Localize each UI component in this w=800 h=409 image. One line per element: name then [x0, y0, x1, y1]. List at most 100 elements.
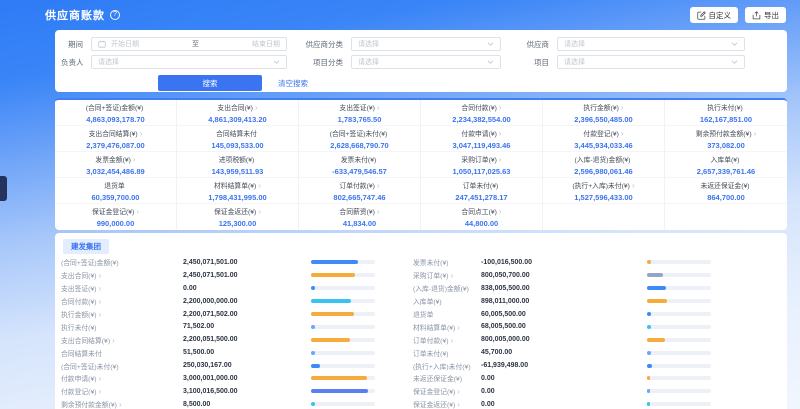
stat-card: 合同结算未付 145,093,533.00 — [177, 126, 299, 152]
chevron-down-icon — [731, 42, 738, 47]
metric-label[interactable]: 订单付款(¥)› — [413, 335, 481, 345]
stat-card-label: (合同+签证)未付(¥) — [299, 129, 420, 140]
metric-row: 剩余预付款金额(¥)› 8,500.00 保证金返还(¥)› 0.00 — [61, 398, 787, 409]
metric-label: 合同结算未付 — [61, 348, 183, 358]
project-category-select[interactable]: 请选择 — [351, 55, 501, 69]
stat-card[interactable]: 支出签证(¥)› 1,783,765.50 — [299, 100, 421, 126]
stat-card[interactable]: 采购订单(¥)› 1,050,117,025.63 — [421, 152, 543, 178]
chevron-right-icon: › — [99, 284, 102, 293]
stat-card: 执行未付(¥) 162,167,851.00 — [665, 100, 787, 126]
search-button[interactable]: 搜索 — [158, 75, 262, 91]
metric-label[interactable]: 保证金返还(¥)› — [413, 399, 481, 409]
stat-card-value: 145,093,533.00 — [177, 140, 298, 151]
metric-label[interactable]: 保证金登记(¥)› — [413, 386, 481, 396]
stat-card-label: 订单未付(¥) — [421, 181, 542, 192]
stat-card-value: 864,700.00 — [665, 192, 787, 203]
stat-card[interactable]: 付款申请(¥)› 3,047,119,493.46 — [421, 126, 543, 152]
chevron-right-icon: › — [119, 400, 122, 409]
metric-label: (合同+签证)未付(¥) — [61, 361, 183, 371]
sidebar-expand-handle[interactable] — [0, 176, 7, 201]
metric-bar — [647, 364, 711, 368]
stat-card[interactable]: 合同付款(¥)› 2,234,382,554.00 — [421, 100, 543, 126]
export-icon — [752, 11, 761, 20]
metric-bar — [647, 299, 711, 303]
metric-bar — [311, 351, 375, 355]
metric-label[interactable]: 支出签证(¥)› — [61, 283, 183, 293]
metric-label[interactable]: 材料结算单(¥)› — [413, 322, 481, 332]
export-button[interactable]: 导出 — [745, 7, 786, 23]
metric-bar — [647, 338, 711, 342]
stat-card[interactable]: 剩余预付款金额(¥)› 373,082.00 — [665, 126, 787, 152]
stat-card[interactable]: (执行+入库)未付(¥)› 1,527,596,433.00 — [543, 178, 665, 204]
supplier-category-select[interactable]: 请选择 — [351, 37, 501, 51]
metric-label: (合同+签证)金额(¥) — [61, 257, 183, 267]
stat-card-value: 2,596,980,061.46 — [543, 166, 664, 177]
metric-bar — [647, 376, 711, 380]
metric-label[interactable]: 付款申请(¥)› — [61, 373, 183, 383]
metric-label[interactable]: 剩余预付款金额(¥)› — [61, 399, 183, 409]
stat-card-value: 373,082.00 — [665, 140, 787, 151]
chevron-right-icon: › — [140, 129, 143, 138]
stat-card-value: 2,628,668,790.70 — [299, 140, 420, 151]
stat-card[interactable]: 支出合同(¥)› 4,861,309,413.20 — [177, 100, 299, 126]
metric-bar — [647, 260, 711, 264]
chevron-right-icon: › — [258, 181, 261, 190]
project-select[interactable]: 请选择 — [557, 55, 745, 69]
stat-card[interactable]: 发票金额(¥)› 3,032,454,486.89 — [55, 152, 177, 178]
stat-card[interactable]: 订单付款(¥)› 802,665,747.46 — [299, 178, 421, 204]
stat-card-label: 进项税额(¥) — [177, 155, 298, 166]
metric-label[interactable]: 执行金额(¥)› — [61, 309, 183, 319]
start-date-placeholder[interactable]: 开始日期 — [111, 39, 139, 49]
metric-bar — [647, 351, 711, 355]
metric-label[interactable]: 采购订单(¥)› — [413, 270, 481, 280]
stat-card[interactable]: 支出合同结算(¥)› 2,379,476,087.00 — [55, 126, 177, 152]
metric-row: 合同付款(¥)› 2,200,000,000.00 入库单(¥) 898,011… — [61, 295, 787, 308]
supplier-label: 供应商 — [509, 39, 549, 50]
manager-select[interactable]: 请选择 — [91, 55, 287, 69]
date-range-input[interactable]: 开始日期 至 结束日期 — [91, 37, 287, 51]
metric-value: 2,450,071,501.00 — [183, 272, 311, 279]
metric-value: 2,200,071,502.00 — [183, 311, 311, 318]
metric-label[interactable]: 合同付款(¥)› — [61, 296, 183, 306]
stat-card[interactable]: 执行金额(¥)› 2,396,550,485.00 — [543, 100, 665, 126]
stat-card-value: 3,445,934,033.46 — [543, 140, 664, 151]
customize-button[interactable]: 自定义 — [690, 7, 739, 23]
metric-value: 3,100,016,500.00 — [183, 388, 311, 395]
metric-value: 838,005,500.00 — [481, 285, 647, 292]
date-to-label: 至 — [144, 39, 247, 49]
stat-card-empty — [665, 204, 787, 230]
metric-bar — [311, 389, 375, 393]
metric-label[interactable]: 支出合同(¥)› — [61, 270, 183, 280]
stat-card[interactable]: 合同点工(¥)› 44,800.00 — [421, 204, 543, 230]
metric-bar — [647, 273, 711, 277]
end-date-placeholder[interactable]: 结束日期 — [252, 39, 280, 49]
stat-card: 发票未付(¥) -633,479,546.57 — [299, 152, 421, 178]
metric-value: 0.00 — [183, 285, 311, 292]
chevron-right-icon: › — [457, 400, 460, 409]
metric-label[interactable]: 支出合同结算(¥)› — [61, 335, 183, 345]
stat-card: 退货单 60,359,700.00 — [55, 178, 177, 204]
metric-row: 执行金额(¥)› 2,200,071,502.00 退货单 60,005,500… — [61, 308, 787, 321]
stat-card-label: 付款登记(¥)› — [543, 129, 664, 140]
clear-search-link[interactable]: 清空搜索 — [278, 78, 308, 89]
supplier-select[interactable]: 请选择 — [557, 37, 745, 51]
stat-card-label: 执行金额(¥)› — [543, 103, 664, 114]
stat-card-label: 执行未付(¥) — [665, 103, 787, 114]
chevron-right-icon: › — [457, 323, 460, 332]
stat-card: 未返还保证金(¥) 864,700.00 — [665, 178, 787, 204]
stat-card: (合同+签证)金额(¥) 4,863,093,178.70 — [55, 100, 177, 126]
company-tab[interactable]: 建发集团 — [63, 239, 109, 254]
stat-card[interactable]: 付款登记(¥)› 3,445,934,033.46 — [543, 126, 665, 152]
chevron-right-icon: › — [377, 103, 380, 112]
stat-card-value: 1,798,431,995.00 — [177, 192, 298, 203]
metric-label[interactable]: 付款登记(¥)› — [61, 386, 183, 396]
stat-card[interactable]: 保证金返还(¥)› 125,300.00 — [177, 204, 299, 230]
stat-card[interactable]: 合同薪资(¥)› 41,834.00 — [299, 204, 421, 230]
stat-card: (合同+签证)未付(¥) 2,628,668,790.70 — [299, 126, 421, 152]
stat-card[interactable]: 保证金登记(¥)› 990,000.00 — [55, 204, 177, 230]
metric-bar — [311, 338, 375, 342]
stat-card-label: 发票未付(¥) — [299, 155, 420, 166]
help-icon[interactable]: ? — [110, 10, 120, 20]
stat-card-label: 退货单 — [55, 181, 176, 192]
stat-card[interactable]: 材料结算单(¥)› 1,798,431,995.00 — [177, 178, 299, 204]
